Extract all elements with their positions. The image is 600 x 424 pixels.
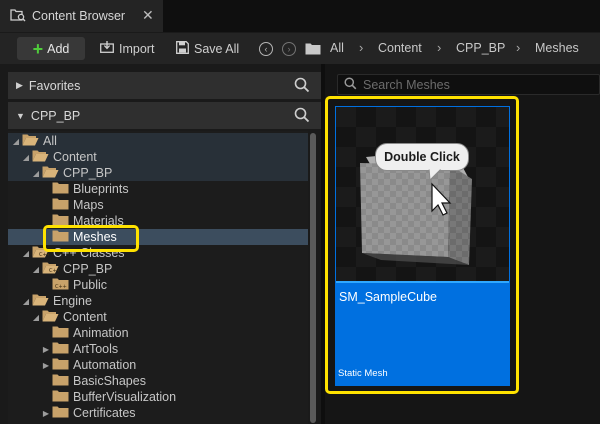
tree-row[interactable]: ◢ Content [8,309,308,325]
svg-text:C++: C++ [55,284,67,290]
tree-row-label: Maps [73,198,104,212]
chevron-right-icon: › [516,40,521,55]
search-icon[interactable] [294,107,310,126]
tree-row[interactable]: ◢ CPP_BP [8,165,308,181]
import-icon [100,41,114,56]
scrollbar-thumb[interactable] [310,133,316,423]
expand-down-icon[interactable]: ◢ [12,137,20,146]
folder-icon [52,342,69,357]
tree-row[interactable]: ◢ Engine [8,293,308,309]
expand-right-icon[interactable]: ▶ [42,409,50,418]
tree-row-label: Public [73,278,108,292]
folder-icon [52,326,69,341]
import-button[interactable]: Import [100,41,154,56]
toolbar: + Add Import Save All ‹ › All › Content … [0,32,600,64]
tree-row-label: Content [53,150,97,164]
tree-row[interactable]: Blueprints [8,181,308,197]
expand-down-icon[interactable]: ◢ [32,265,40,274]
tree-row[interactable]: ◢ C++ CPP_BP [8,261,308,277]
import-label: Import [119,41,155,56]
tree-row-label: CPP_BP [63,166,113,180]
code-folder-icon: C++ [52,278,69,293]
tree-row[interactable]: ◢ All [8,133,308,149]
folder-tree: ◢ All ◢ Content ◢ CPP_BP Blueprints Maps Materia… [8,131,308,424]
tree-row[interactable]: ▶ Certificates [8,405,308,421]
svg-text:C++: C++ [39,252,49,258]
folder-icon [305,42,321,58]
tab-bar: Content Browser ✕ [0,0,600,32]
tree-row-label: BasicShapes [73,374,146,388]
breadcrumb-meshes[interactable]: Meshes [535,41,579,55]
tree-row-label: All [43,134,57,148]
tree-row[interactable]: ◢ Content [8,149,308,165]
expand-down-icon[interactable]: ◢ [32,313,40,322]
folder-icon [52,198,69,213]
chevron-right-icon: › [359,40,364,55]
expand-down-icon[interactable]: ◢ [22,297,30,306]
asset-highlight [325,96,519,394]
back-icon[interactable]: ‹ [259,42,273,56]
tree-row[interactable]: BufferVisualization [8,389,308,405]
favorites-label: Favorites [28,78,81,93]
caret-down-icon: ▼ [16,110,25,121]
svg-text:C++: C++ [49,268,59,274]
close-icon[interactable]: ✕ [142,8,154,22]
search-icon [344,76,357,93]
tree-row-label: Engine [53,294,92,308]
tree-row-label: BufferVisualization [73,390,177,404]
folder-icon [32,294,49,309]
favorites-header[interactable]: ▶ Favorites [8,72,321,99]
tree-row-label: Animation [73,326,129,340]
add-button-label: Add [47,41,70,56]
folder-icon [42,166,59,181]
breadcrumb-cpp-bp[interactable]: CPP_BP [456,41,505,55]
tree-row-label: Certificates [73,406,136,420]
expand-right-icon[interactable]: ▶ [42,345,50,354]
chevron-right-icon: › [437,40,442,55]
expand-down-icon[interactable]: ◢ [22,249,30,258]
plus-icon: + [32,38,44,59]
search-box [337,74,600,95]
tree-row[interactable]: BasicShapes [8,373,308,389]
save-all-button[interactable]: Save All [176,41,239,57]
tab-title: Content Browser [32,9,126,23]
folder-icon [22,134,39,149]
tree-row-label: Blueprints [73,182,129,196]
meshes-highlight [43,225,139,252]
forward-icon[interactable]: › [282,42,296,56]
folder-icon [52,374,69,389]
save-all-label: Save All [194,42,240,56]
folder-icon [52,182,69,197]
tree-row[interactable]: ▶ Automation [8,357,308,373]
expand-down-icon[interactable]: ◢ [22,153,30,162]
tree-row-label: ArtTools [73,342,119,356]
expand-right-icon[interactable]: ▶ [42,361,50,370]
folder-icon [52,406,69,421]
content-browser-icon [10,8,26,25]
folder-icon [52,358,69,373]
tree-row-label: Automation [73,358,137,372]
tree-row-label: CPP_BP [63,262,113,276]
tab-content-browser[interactable]: Content Browser ✕ [0,0,163,32]
tree-row[interactable]: ▶ ArtTools [8,341,308,357]
folder-icon [42,310,59,325]
breadcrumb-content[interactable]: Content [378,41,422,55]
add-button[interactable]: + Add [17,37,85,60]
project-header[interactable]: ▼ CPP_BP [8,102,321,129]
tree-row-label: Content [63,310,107,324]
folder-icon [32,150,49,165]
breadcrumb-all[interactable]: All [330,41,344,55]
tree-row[interactable]: Animation [8,325,308,341]
folder-icon [52,390,69,405]
code-folder-icon: C++ [42,262,61,277]
caret-right-icon: ▶ [16,80,23,90]
search-input[interactable] [363,77,593,92]
save-icon [176,41,189,57]
tree-row[interactable]: Maps [8,197,308,213]
tree-row[interactable]: C++ Public [8,277,308,293]
project-label: CPP_BP [30,108,81,123]
search-icon[interactable] [294,77,310,96]
expand-down-icon[interactable]: ◢ [32,169,40,178]
